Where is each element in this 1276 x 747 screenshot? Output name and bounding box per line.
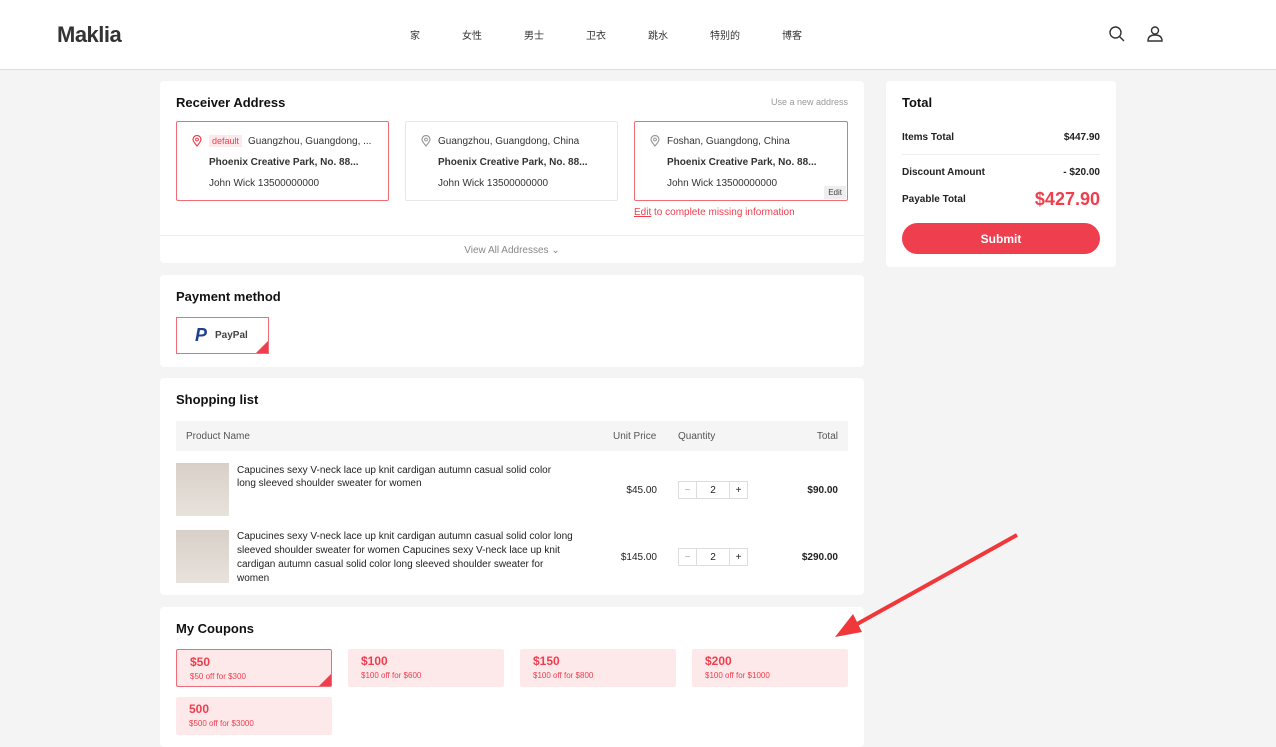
annotation-arrow-icon: [835, 533, 1018, 637]
